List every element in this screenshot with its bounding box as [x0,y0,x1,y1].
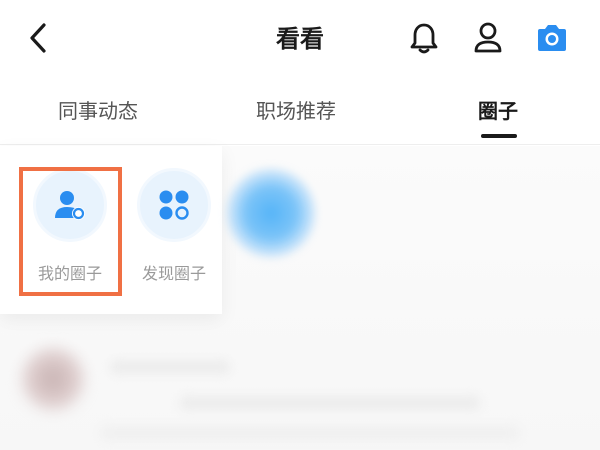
discover-circles-entry[interactable]: 发现圈子 [126,168,222,284]
blurred-text-line [110,360,230,374]
tab-colleague-updates[interactable]: 同事动态 [58,94,138,128]
blurred-circle-item [226,168,316,258]
blurred-feed-item [0,330,600,450]
active-tab-indicator [481,134,517,138]
tab-career-recommendations[interactable]: 职场推荐 [256,94,336,128]
screen: 看看 同事动态 职场推荐 圈子 我的圈子 发现圈子 [0,0,600,450]
blurred-avatar [18,344,88,414]
page-title: 看看 [276,25,324,53]
blurred-text-line [100,426,520,440]
blurred-text-line [180,396,480,410]
header-bar: 看看 [0,0,600,78]
my-circle-user-icon [55,191,85,220]
my-circles-icon-badge [33,168,107,242]
my-circles-entry[interactable]: 我的圈子 [22,168,118,284]
bell-icon [410,23,438,54]
back-arrow-icon [30,23,46,53]
discover-circle-grid-icon [159,190,189,220]
discover-circles-label: 发现圈子 [141,264,206,283]
camera-icon [538,25,566,51]
back-button[interactable] [22,20,54,56]
discover-circles-icon-badge [137,168,211,242]
profile-button[interactable] [468,18,508,58]
camera-button[interactable] [532,18,572,58]
notifications-button[interactable] [404,18,444,58]
tab-circles[interactable]: 圈子 [478,94,518,128]
user-icon [474,22,502,53]
my-circles-label: 我的圈子 [37,264,102,283]
